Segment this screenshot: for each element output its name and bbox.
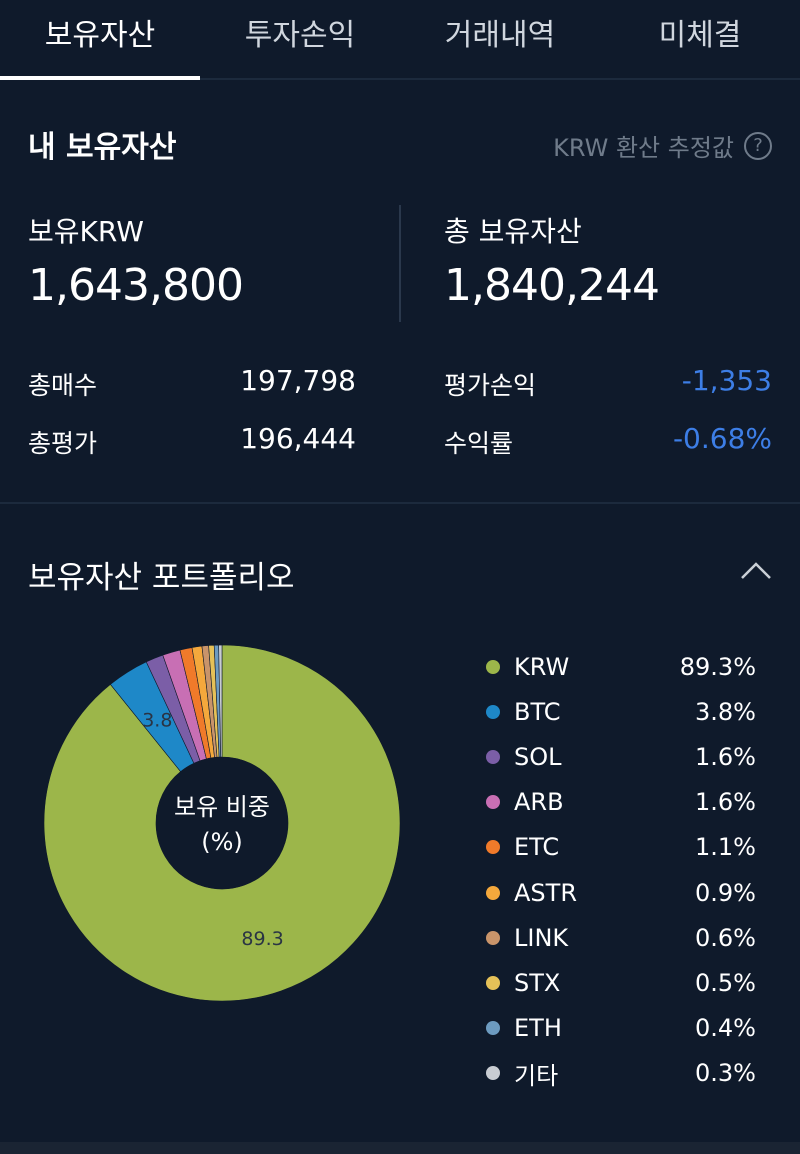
tab-pending[interactable]: 미체결: [600, 0, 800, 78]
legend-item[interactable]: BTC 3.8%: [486, 689, 756, 734]
legend-name: ASTR: [514, 878, 577, 907]
legend-name: SOL: [514, 742, 562, 771]
pnl-label: 평가손익: [444, 371, 537, 400]
legend-percent: 1.1%: [695, 833, 756, 862]
legend-item[interactable]: KRW 89.3%: [486, 644, 756, 689]
donut-hole: [156, 757, 288, 889]
legend-dot-icon: [486, 930, 500, 945]
krw-value: 1,643,800: [28, 260, 244, 311]
legend-percent: 0.6%: [695, 923, 756, 952]
legend-item[interactable]: ASTR 0.9%: [486, 870, 756, 915]
legend-name: ARB: [514, 788, 564, 817]
legend-dot-icon: [486, 704, 500, 719]
legend-dot-icon: [486, 659, 500, 674]
legend-item[interactable]: ARB 1.6%: [486, 780, 756, 825]
legend-name: LINK: [514, 923, 569, 952]
legend-percent: 0.9%: [695, 878, 756, 907]
total-buy-label: 총매수: [28, 371, 98, 400]
legend-item[interactable]: SOL 1.6%: [486, 734, 756, 779]
legend-dot-icon: [486, 885, 500, 900]
legend-dot-icon: [486, 795, 500, 810]
legend-name: ETH: [514, 1014, 562, 1043]
legend-name: STX: [514, 968, 561, 997]
legend-name: BTC: [514, 697, 561, 726]
legend-dot-icon: [486, 749, 500, 764]
return-rate-value: -0.68%: [672, 422, 772, 455]
donut-center-unit: (%): [201, 828, 243, 856]
tab-history[interactable]: 거래내역: [400, 0, 600, 78]
total-eval-value: 196,444: [240, 422, 356, 455]
legend-item[interactable]: ETH 0.4%: [486, 1006, 756, 1051]
legend-percent: 0.3%: [695, 1059, 756, 1088]
portfolio-donut-chart: 보유 비중 (%) 89.3 3.8: [44, 645, 400, 1001]
legend-item[interactable]: ETC 1.1%: [486, 825, 756, 870]
portfolio-legend: KRW 89.3% BTC 3.8% SOL 1.6% ARB 1.6% ETC 1.1% ASTR…: [486, 644, 756, 1096]
portfolio-title: 보유자산 포트폴리오: [28, 560, 295, 596]
tab-holdings[interactable]: 보유자산: [0, 0, 200, 80]
krw-note-label: KRW 환산 추정값: [553, 134, 734, 162]
legend-name: KRW: [514, 652, 570, 681]
chevron-up-icon[interactable]: [740, 560, 772, 580]
tab-profit-loss[interactable]: 투자손익: [200, 0, 400, 78]
legend-name: 기타: [514, 1061, 559, 1090]
section-title: 내 보유자산: [28, 130, 177, 165]
legend-dot-icon: [486, 1021, 500, 1036]
legend-percent: 1.6%: [695, 742, 756, 771]
legend-percent: 89.3%: [679, 652, 756, 681]
donut-center-label: 보유 비중: [174, 793, 270, 821]
krw-estimate-note[interactable]: KRW 환산 추정값 ?: [553, 128, 772, 163]
total-assets-label: 총 보유자산: [444, 215, 582, 248]
legend-percent: 3.8%: [695, 697, 756, 726]
legend-item[interactable]: LINK 0.6%: [486, 915, 756, 960]
krw-label: 보유KRW: [28, 215, 144, 248]
legend-item[interactable]: STX 0.5%: [486, 960, 756, 1005]
legend-item[interactable]: 기타 0.3%: [486, 1051, 756, 1096]
legend-dot-icon: [486, 840, 500, 855]
divider: [399, 205, 401, 322]
total-assets-value: 1,840,244: [444, 260, 660, 311]
pnl-value: -1,353: [681, 364, 772, 397]
legend-dot-icon: [486, 975, 500, 990]
section-divider: [0, 502, 800, 504]
question-circle-icon[interactable]: ?: [744, 131, 772, 160]
legend-percent: 0.5%: [695, 968, 756, 997]
total-eval-label: 총평가: [28, 429, 98, 458]
total-buy-value: 197,798: [240, 364, 356, 397]
legend-name: ETC: [514, 833, 560, 862]
legend-dot-icon: [486, 1066, 500, 1081]
tab-bar: 보유자산 투자손익 거래내역 미체결: [0, 0, 800, 80]
legend-percent: 0.4%: [695, 1014, 756, 1043]
slice-data-label: 89.3: [241, 928, 283, 950]
return-rate-label: 수익률: [444, 429, 514, 458]
slice-data-label: 3.8: [142, 710, 172, 732]
legend-percent: 1.6%: [695, 788, 756, 817]
bottom-bar: [0, 1142, 800, 1154]
